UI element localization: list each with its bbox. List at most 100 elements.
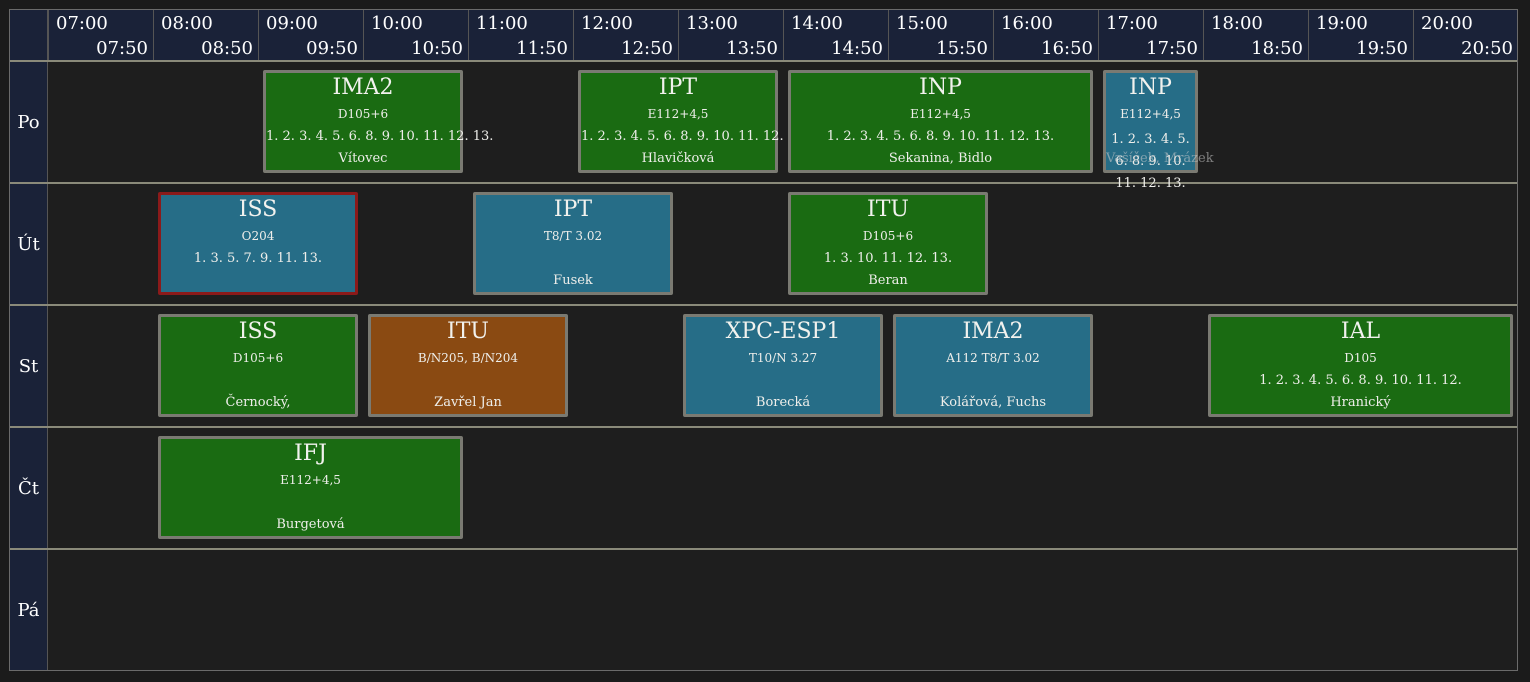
hour-start: 15:00 [896,13,948,34]
day-label: St [10,306,48,426]
course-block[interactable]: ITU B/N205, B/N204 Zavřel Jan [368,314,568,417]
hour-start: 10:00 [371,13,423,34]
header-corner [10,10,48,61]
hour-header: 20:00 20:50 [1413,10,1518,61]
course-teacher: Kolářová, Fuchs [939,395,1047,410]
course-block[interactable]: INP E112+4,5 1. 2. 3. 4. 5. 6. 8. 9. 10. 1… [788,70,1093,173]
day-label: Pá [10,550,48,670]
row-separator [10,548,1517,550]
course-room: E112+4,5 [910,107,971,121]
course-room: B/N205, B/N204 [417,351,519,365]
hour-end: 13:50 [726,38,778,59]
course-code: ISS [238,197,278,222]
course-block[interactable]: ITU D105+6 1. 3. 10. 11. 12. 13. Beran [788,192,988,295]
course-weeks: 1. 2. 3. 4. 5. 6. 8. 9. 10. 11. 12. 13. [581,129,809,144]
course-code: IMA2 [332,75,394,100]
hour-end: 14:50 [831,38,883,59]
row-separator [10,426,1517,428]
course-room: E112+4,5 [280,473,341,487]
course-teacher: Černocký, [225,395,291,410]
course-block[interactable]: XPC-ESP1 T10/N 3.27 Borecká [683,314,883,417]
course-weeks: 1. 2. 3. 4. 5. 6. 8. 9. 10. 11. 12. 13. [266,129,494,144]
course-room: O204 [241,229,275,243]
hour-header: 11:00 11:50 [468,10,573,61]
hour-end: 15:50 [936,38,988,59]
row-separator [10,60,1517,62]
course-room: D105 [1344,351,1377,365]
hour-end: 11:50 [516,38,568,59]
hour-end: 20:50 [1461,38,1513,59]
hour-header: 08:00 08:50 [153,10,258,61]
course-code: IMA2 [962,319,1024,344]
hour-end: 10:50 [411,38,463,59]
day-label: Po [10,62,48,182]
hour-start: 17:00 [1106,13,1158,34]
course-weeks: 1. 3. 10. 11. 12. 13. [823,251,953,266]
hour-start: 11:00 [476,13,528,34]
time-header: 07:00 07:50 08:00 08:50 09:00 09:50 10:00 10:50… [48,10,1517,61]
course-code: IPT [658,75,698,100]
course-room: T8/T 3.02 [543,229,603,243]
hour-start: 07:00 [56,13,108,34]
hour-start: 14:00 [791,13,843,34]
course-teacher: Borecká [755,395,811,410]
hour-header: 07:00 07:50 [48,10,153,61]
course-teacher: Sekanina, Bidlo [888,151,993,166]
day-label: Út [10,184,48,304]
course-block[interactable]: ISS D105+6 Černocký, [158,314,358,417]
course-block[interactable]: IAL D105 1. 2. 3. 4. 5. 6. 8. 9. 10. 11. 1… [1208,314,1513,417]
hour-end: 08:50 [201,38,253,59]
hour-end: 17:50 [1146,38,1198,59]
row-separator [10,304,1517,306]
hour-header: 10:00 10:50 [363,10,468,61]
hour-end: 12:50 [621,38,673,59]
course-block[interactable]: IFJ E112+4,5 Burgetová [158,436,463,539]
hour-start: 13:00 [686,13,738,34]
course-code: INP [919,75,962,100]
course-code: INP [1129,75,1172,100]
course-block[interactable]: IMA2 A112 T8/T 3.02 Kolářová, Fuchs [893,314,1093,417]
course-teacher: Zavřel Jan [434,395,502,410]
course-room: A112 T8/T 3.02 [946,351,1040,365]
course-teacher: Vítovec [338,151,388,166]
hour-start: 18:00 [1211,13,1263,34]
course-block[interactable]: IPT T8/T 3.02 Fusek [473,192,673,295]
hour-start: 12:00 [581,13,633,34]
course-room: D105+6 [337,107,389,121]
course-teacher: Hlavičková [641,151,715,166]
course-block[interactable]: INP E112+4,5 1. 2. 3. 4. 5. 6. 8. 9. 10. 1… [1103,70,1214,191]
course-teacher: Vašíček, Mrázek [1106,151,1214,166]
hour-header: 17:00 17:50 [1098,10,1203,61]
course-teacher: Fusek [553,273,593,288]
day-label: Čt [10,428,48,548]
course-code: IAL [1340,319,1381,344]
course-code: IPT [553,197,593,222]
course-teacher: Beran [868,273,908,288]
hour-start: 08:00 [161,13,213,34]
course-block[interactable]: IMA2 D105+6 1. 2. 3. 4. 5. 6. 8. 9. 10. 11… [263,70,494,173]
course-room: D105+6 [862,229,914,243]
hour-header: 16:00 16:50 [993,10,1098,61]
hour-end: 16:50 [1041,38,1093,59]
course-room: D105+6 [232,351,284,365]
hour-end: 19:50 [1356,38,1408,59]
course-code: IFJ [294,441,327,466]
course-block[interactable]: ISS O204 1. 3. 5. 7. 9. 11. 13. [158,192,358,295]
course-weeks: 1. 3. 5. 7. 9. 11. 13. [193,251,323,266]
course-teacher: Burgetová [276,517,345,532]
hour-header: 14:00 14:50 [783,10,888,61]
course-code: ITU [867,197,909,222]
course-block[interactable]: IPT E112+4,5 1. 2. 3. 4. 5. 6. 8. 9. 10. 1… [578,70,809,173]
course-room: T10/N 3.27 [748,351,818,365]
course-code: ISS [238,319,278,344]
hour-header: 19:00 19:50 [1308,10,1413,61]
hour-start: 16:00 [1001,13,1053,34]
hour-header: 15:00 15:50 [888,10,993,61]
course-weeks: 1. 2. 3. 4. 5. 6. 8. 9. 10. 11. 12. 13. [826,129,1055,144]
course-teacher: Hranický [1330,395,1391,410]
hour-end: 09:50 [306,38,358,59]
row-separator [10,182,1517,184]
course-code: XPC-ESP1 [725,319,841,344]
hour-header: 18:00 18:50 [1203,10,1308,61]
timetable: 07:00 07:50 08:00 08:50 09:00 09:50 10:00 10:50… [9,9,1518,671]
